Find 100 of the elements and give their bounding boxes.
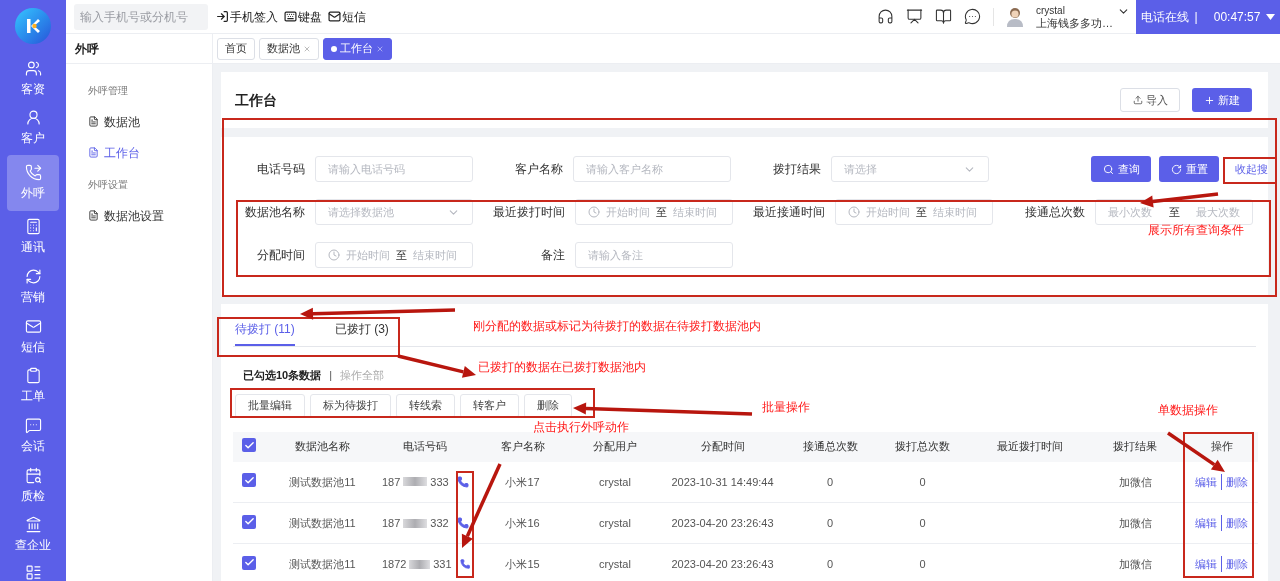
filter-label: 数据池名称 <box>244 204 305 221</box>
phone-prefix: 187 <box>381 515 401 531</box>
list-icon[interactable] <box>24 564 42 581</box>
filter-label: 最近拨打时间 <box>492 204 565 221</box>
sign-in-icon <box>216 10 229 23</box>
phone-prefix: 1872 <box>381 556 407 572</box>
nav-item[interactable]: 通讯 <box>7 214 59 261</box>
row-action-link[interactable]: 删除 <box>1221 555 1252 573</box>
row-action-link[interactable]: 编辑 <box>1191 473 1221 490</box>
text-field[interactable]: 请输入客户名称 <box>573 156 731 182</box>
redacted-digits <box>403 518 428 528</box>
filter-label: 最近接通时间 <box>752 204 825 221</box>
menu-group-label: 外呼设置 <box>88 177 129 192</box>
toolbar-button[interactable]: 键盘 <box>284 7 322 26</box>
nav-item[interactable]: 查企业 <box>7 512 59 559</box>
annotation-note: 点击执行外呼动作 <box>533 419 629 436</box>
page-tab[interactable]: 数据池 <box>259 37 319 60</box>
phone-icon[interactable] <box>456 475 469 488</box>
annotation-note: 批量操作 <box>762 399 810 416</box>
row-action-link[interactable]: 编辑 <box>1191 514 1221 532</box>
nav-item[interactable]: 客资 <box>7 55 59 102</box>
nav-item[interactable]: 质检 <box>7 462 59 509</box>
list-tab[interactable]: 已拨打 (3) <box>334 320 389 346</box>
batch-action-button[interactable]: 转客户 <box>460 393 519 418</box>
filter-label: 接通总次数 <box>1024 204 1085 221</box>
batch-action-button[interactable]: 标为待拨打 <box>310 393 391 418</box>
selection-separator: | <box>329 368 333 383</box>
table-cell: 测试数据池11 <box>289 516 356 529</box>
nav-item[interactable]: 短信 <box>7 313 59 360</box>
phone-suffix: 333 <box>430 474 449 490</box>
nav-item[interactable]: 工单 <box>7 363 59 410</box>
number-range-field[interactable]: 最小次数 至 最大次数 <box>1095 199 1253 225</box>
date-range-field[interactable]: 开始时间 至 结束时间 <box>835 199 993 225</box>
submenu-item[interactable]: 数据池 <box>88 106 212 137</box>
table-cell: 测试数据池11 <box>289 557 356 570</box>
column-header: 分配时间 <box>700 440 745 453</box>
search-icon <box>1102 163 1114 175</box>
checkbox[interactable] <box>242 473 256 488</box>
table-cell: 2023-04-20 23:26:43 <box>671 516 774 529</box>
menu-group-label: 外呼管理 <box>88 83 129 98</box>
redacted-digits <box>403 477 428 487</box>
nav-item[interactable]: 会话 <box>7 413 59 459</box>
text-field[interactable]: 请输入备注 <box>575 242 733 268</box>
checkbox[interactable] <box>242 438 256 452</box>
table-cell: crystal <box>599 516 631 529</box>
phone-status-bar[interactable]: 电话在线 | 00:47:57 <box>1136 0 1280 34</box>
batch-action-button[interactable]: 批量编辑 <box>235 393 305 418</box>
users-icon <box>24 59 42 77</box>
filter-label: 备注 <box>540 247 565 264</box>
toolbar-button[interactable]: 短信 <box>328 7 366 26</box>
clock-icon <box>588 206 600 218</box>
nav-item[interactable]: 营销 <box>7 264 59 310</box>
table-cell: 加微信 <box>1118 557 1152 570</box>
phone-icon[interactable] <box>456 517 469 529</box>
new-button[interactable]: 新建 <box>1192 88 1252 112</box>
checkbox[interactable] <box>242 555 256 570</box>
refresh-icon <box>1170 163 1182 175</box>
selection-summary: 已勾选10条数据 <box>243 368 322 383</box>
headset-icon[interactable] <box>877 8 894 25</box>
list-tab[interactable]: 待拨打 (11) <box>235 320 295 346</box>
submenu-item[interactable]: 工作台 <box>88 137 212 168</box>
page-tab[interactable]: 工作台 <box>323 37 392 60</box>
search-field[interactable]: 输入手机号或分机号 <box>74 3 208 30</box>
submenu-item[interactable]: 数据池设置 <box>88 200 212 231</box>
avatar[interactable] <box>1006 6 1024 27</box>
checkbox[interactable] <box>242 514 256 529</box>
book-icon[interactable] <box>935 8 952 25</box>
document-icon <box>88 210 99 221</box>
annotation-note: 单数据操作 <box>1158 402 1218 419</box>
reset-button[interactable]: 重置 <box>1159 156 1219 182</box>
phone-suffix: 331 <box>433 556 452 572</box>
date-range-field[interactable]: 开始时间 至 结束时间 <box>575 199 733 225</box>
clock-icon <box>328 249 340 261</box>
collapse-search-link[interactable]: 收起搜 <box>1227 156 1268 182</box>
phone-icon[interactable] <box>459 558 470 570</box>
table-cell: 测试数据池11 <box>289 475 356 488</box>
batch-action-button[interactable]: 转线索 <box>396 393 455 418</box>
table-cell: 0 <box>826 475 834 488</box>
chart-board-icon[interactable] <box>906 8 923 25</box>
calendar-search-icon <box>24 466 42 484</box>
filter-label: 电话号码 <box>256 161 305 178</box>
mail-icon <box>328 10 341 23</box>
page-tab[interactable]: 首页 <box>217 37 255 60</box>
table-cell: 小米16 <box>505 516 540 529</box>
row-action-link[interactable]: 删除 <box>1221 514 1252 532</box>
row-action-link[interactable]: 编辑 <box>1191 555 1221 573</box>
phone-status: 电话在线 <box>1140 8 1189 26</box>
table-cell: 0 <box>919 475 926 488</box>
nav-item[interactable]: 外呼 <box>7 155 59 211</box>
annotation-note: 刚分配的数据或标记为待拨打的数据在待拨打数据池内 <box>473 318 761 335</box>
toolbar-button[interactable]: 手机签入 <box>216 7 278 26</box>
text-field[interactable]: 请输入电话号码 <box>315 156 473 182</box>
import-button[interactable]: 导入 <box>1120 88 1180 112</box>
search-button[interactable]: 查询 <box>1091 156 1151 182</box>
batch-action-button[interactable]: 删除 <box>524 393 572 418</box>
chat-icon[interactable] <box>964 8 981 25</box>
nav-item[interactable]: 客户 <box>7 105 59 151</box>
date-range-field[interactable]: 开始时间 至 结束时间 <box>315 242 473 268</box>
column-header: 拨打总次数 <box>895 440 950 453</box>
row-action-link[interactable]: 删除 <box>1221 473 1252 490</box>
